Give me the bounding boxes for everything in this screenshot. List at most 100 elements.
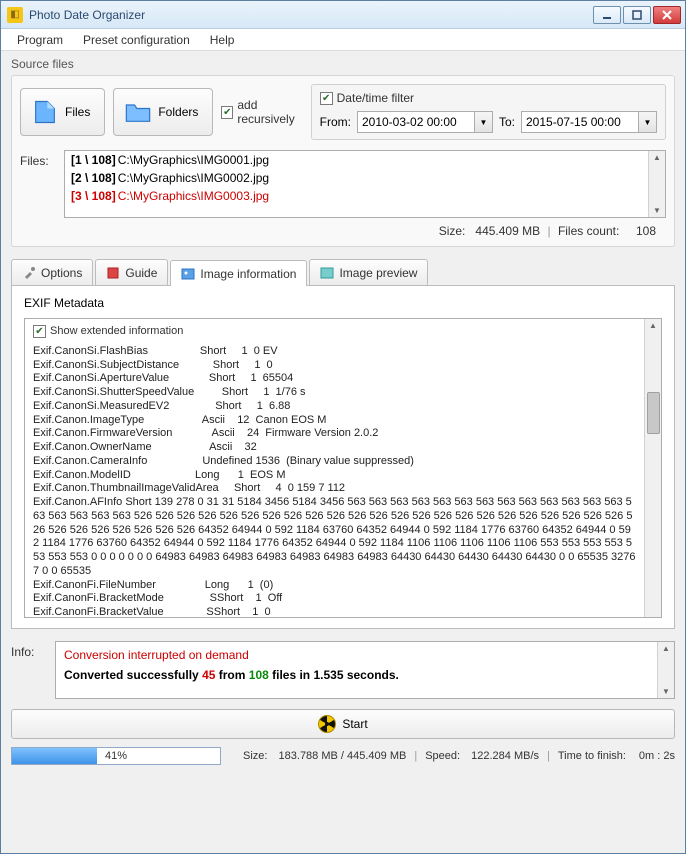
exif-line: Exif.CanonSi.SubjectDistance Short 1 0 <box>33 359 636 373</box>
preview-icon <box>320 266 334 280</box>
tab-label: Image preview <box>339 266 417 280</box>
statusbar: 41% Size: 183.788 MB / 445.409 MB | Spee… <box>11 747 675 765</box>
info-interrupted: Conversion interrupted on demand <box>64 648 666 662</box>
tab-image-preview[interactable]: Image preview <box>309 259 428 285</box>
tab-label: Image information <box>200 267 296 281</box>
to-date-input[interactable]: 2015-07-15 00:00 <box>521 111 639 133</box>
photo-icon <box>181 267 195 281</box>
date-filter-label: Date/time filter <box>337 91 414 105</box>
checkbox-icon: ✔ <box>320 92 333 105</box>
menu-preset[interactable]: Preset configuration <box>73 31 200 49</box>
source-panel: Files Folders ✔ add recursively ✔ Date/t… <box>11 75 675 247</box>
status-ttf-label: Time to finish: <box>558 750 626 762</box>
exif-line: Exif.Canon.AFInfo Short 139 278 0 31 31 … <box>33 496 636 579</box>
titlebar: ◧ Photo Date Organizer <box>1 1 685 29</box>
show-extended-checkbox[interactable]: ✔ Show extended information <box>33 325 636 339</box>
scroll-thumb[interactable] <box>647 392 660 434</box>
exif-line: Exif.Canon.ImageType Ascii 12 Canon EOS … <box>33 414 636 428</box>
files-button[interactable]: Files <box>20 88 105 136</box>
status-speed-value: 122.284 MB/s <box>471 750 539 762</box>
status-speed-label: Speed: <box>425 750 460 762</box>
book-icon <box>106 266 120 280</box>
from-label: From: <box>320 115 351 129</box>
exif-line: Exif.Canon.OwnerName Ascii 32 <box>33 441 636 455</box>
checkbox-icon: ✔ <box>221 106 233 119</box>
files-button-label: Files <box>65 105 90 119</box>
radiation-icon <box>318 715 336 733</box>
date-filter-panel: ✔ Date/time filter From: 2010-03-02 00:0… <box>311 84 666 140</box>
exif-line: Exif.Canon.ThumbnailImageValidArea Short… <box>33 482 636 496</box>
app-icon: ◧ <box>7 7 23 23</box>
file-index: [3 \ 108] <box>71 189 116 203</box>
status-ttf-value: 0m : 2s <box>639 750 675 762</box>
list-item[interactable]: [2 \ 108] C:\MyGraphics\IMG0002.jpg <box>65 169 665 187</box>
exif-line: Exif.Canon.FirmwareVersion Ascii 24 Firm… <box>33 427 636 441</box>
exif-line: Exif.CanonFi.BracketMode SShort 1 Off <box>33 592 636 606</box>
info-label: Info: <box>11 641 55 699</box>
exif-line: Exif.CanonSi.FlashBias Short 1 0 EV <box>33 345 636 359</box>
folders-button-label: Folders <box>158 105 198 119</box>
exif-line: Exif.CanonFi.FileNumber Long 1 (0) <box>33 579 636 593</box>
progress-pct: 41% <box>12 748 220 764</box>
to-dropdown-icon[interactable]: ▼ <box>639 111 657 133</box>
tab-label: Options <box>41 266 82 280</box>
wrench-icon <box>22 266 36 280</box>
folders-icon <box>124 98 152 126</box>
files-label: Files: <box>20 150 64 168</box>
count-label: Files count: <box>558 224 619 238</box>
app-title: Photo Date Organizer <box>29 8 593 22</box>
menu-help[interactable]: Help <box>200 31 245 49</box>
exif-line: Exif.Canon.ModelID Long 1 EOS M <box>33 469 636 483</box>
file-path: C:\MyGraphics\IMG0001.jpg <box>118 153 269 167</box>
exif-line: Exif.CanonSi.ShutterSpeedValue Short 1 1… <box>33 386 636 400</box>
exif-label: EXIF Metadata <box>24 296 662 310</box>
folders-button[interactable]: Folders <box>113 88 213 136</box>
tabs: Options Guide Image information Image pr… <box>11 259 675 285</box>
file-index: [2 \ 108] <box>71 171 116 185</box>
scrollbar[interactable]: ▲ <box>644 319 661 617</box>
exif-box: ✔ Show extended information Exif.CanonSi… <box>24 318 662 618</box>
file-path: C:\MyGraphics\IMG0002.jpg <box>118 171 269 185</box>
status-size-label: Size: <box>243 750 267 762</box>
count-value: 108 <box>636 224 656 238</box>
start-button[interactable]: Start <box>11 709 675 739</box>
tab-label: Guide <box>125 266 157 280</box>
checkbox-icon: ✔ <box>33 325 46 338</box>
minimize-button[interactable] <box>593 6 621 24</box>
info-box: Conversion interrupted on demand Convert… <box>55 641 675 699</box>
date-filter-checkbox[interactable]: ✔ Date/time filter <box>320 91 657 105</box>
from-date-input[interactable]: 2010-03-02 00:00 <box>357 111 475 133</box>
info-converted: Converted successfully 45 from 108 files… <box>64 668 666 682</box>
list-item[interactable]: [1 \ 108] C:\MyGraphics\IMG0001.jpg <box>65 151 665 169</box>
exif-line: Exif.Canon.CameraInfo Undefined 1536 (Bi… <box>33 455 636 469</box>
file-index: [1 \ 108] <box>71 153 116 167</box>
add-recursively-checkbox[interactable]: ✔ add recursively <box>221 98 310 126</box>
close-button[interactable] <box>653 6 681 24</box>
file-list[interactable]: [1 \ 108] C:\MyGraphics\IMG0001.jpg [2 \… <box>64 150 666 218</box>
tab-image-information[interactable]: Image information <box>170 260 307 286</box>
window: ◧ Photo Date Organizer Program Preset co… <box>0 0 686 854</box>
size-value: 445.409 MB <box>475 224 540 238</box>
to-label: To: <box>499 115 515 129</box>
exif-line: Exif.CanonFi.BracketValue SShort 1 0 <box>33 606 636 618</box>
add-recursively-label: add recursively <box>237 98 310 126</box>
files-icon <box>31 98 59 126</box>
tab-options[interactable]: Options <box>11 259 93 285</box>
file-stats: Size: 445.409 MB | Files count: 108 <box>20 218 666 238</box>
file-path: C:\MyGraphics\IMG0003.jpg <box>118 189 269 203</box>
status-size-value: 183.788 MB / 445.409 MB <box>279 750 407 762</box>
show-extended-label: Show extended information <box>50 325 183 339</box>
list-item[interactable]: [3 \ 108] C:\MyGraphics\IMG0003.jpg <box>65 187 665 205</box>
tab-guide[interactable]: Guide <box>95 259 168 285</box>
scrollbar[interactable]: ▲▼ <box>648 151 665 217</box>
maximize-button[interactable] <box>623 6 651 24</box>
start-label: Start <box>342 717 367 731</box>
menu-program[interactable]: Program <box>7 31 73 49</box>
source-files-label: Source files <box>11 57 675 71</box>
tab-panel: EXIF Metadata ✔ Show extended informatio… <box>11 285 675 629</box>
exif-line: Exif.CanonSi.MeasuredEV2 Short 1 6.88 <box>33 400 636 414</box>
from-dropdown-icon[interactable]: ▼ <box>475 111 493 133</box>
menubar: Program Preset configuration Help <box>1 29 685 51</box>
exif-line: Exif.CanonSi.ApertureValue Short 1 65504 <box>33 372 636 386</box>
scrollbar[interactable]: ▲▼ <box>657 642 674 698</box>
